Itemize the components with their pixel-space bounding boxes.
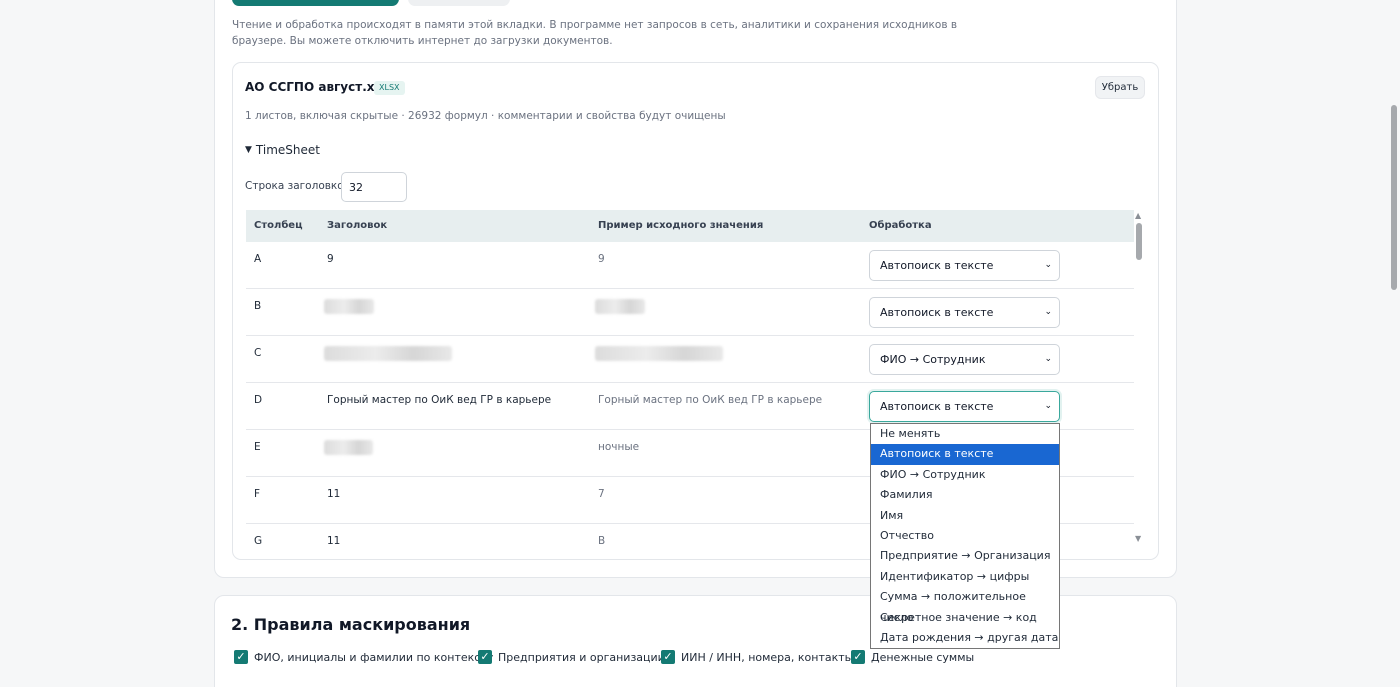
redacted-header (324, 299, 374, 314)
processing-select[interactable]: Автопоиск в тексте ⌄ (869, 297, 1060, 328)
redacted-sample (595, 299, 645, 314)
sample-value: 9 (598, 253, 605, 265)
column-letter: G (254, 535, 263, 547)
option-first-name[interactable]: Имя (871, 506, 1059, 526)
checkmark-icon: ✓ (478, 650, 492, 664)
option-birthdate[interactable]: Дата рождения → другая дата (871, 628, 1059, 648)
sheet-name: TimeSheet (255, 143, 320, 157)
option-no-change[interactable]: Не менять (871, 424, 1059, 444)
privacy-notice: Чтение и обработка происходят в памяти э… (232, 19, 958, 47)
checkbox-amounts[interactable]: ✓ Денежные суммы (851, 650, 974, 664)
column-letter: A (254, 253, 262, 265)
chevron-down-icon: ⌄ (1044, 307, 1052, 317)
scroll-up-arrow-icon[interactable]: ▲ (1135, 211, 1141, 220)
column-header: 11 (327, 535, 341, 547)
column-header: 11 (327, 488, 341, 500)
option-enterprise[interactable]: Предприятие → Организация (871, 546, 1059, 566)
processing-select-value: Автопоиск в тексте (880, 400, 994, 413)
column-header: 9 (327, 253, 334, 265)
checkmark-icon: ✓ (234, 650, 248, 664)
select-files-button[interactable] (232, 0, 399, 6)
checkmark-icon: ✓ (851, 650, 865, 664)
sample-value: ночные (598, 441, 640, 453)
file-name: АО ССГПО август.xlsx (245, 80, 394, 94)
option-secret[interactable]: Секретное значение → код (871, 608, 1059, 628)
file-type-badge: XLSX (374, 81, 405, 95)
header-row-label: Строка заголовков (245, 180, 350, 192)
redacted-header (324, 346, 452, 361)
processing-select[interactable]: Автопоиск в тексте ⌄ (869, 250, 1060, 281)
checkmark-icon: ✓ (661, 650, 675, 664)
option-amount[interactable]: Сумма → положительное число (871, 587, 1059, 623)
file-meta: 1 листов, включая скрытые · 26932 формул… (245, 110, 726, 122)
chevron-down-icon: ⌄ (1044, 401, 1052, 411)
checkbox-label: Предприятия и организации (498, 650, 665, 664)
table-header: Столбец Заголовок Пример исходного значе… (246, 210, 1134, 242)
processing-select-value: Автопоиск в тексте (880, 259, 994, 272)
checkbox-label: ФИО, инициалы и фамилии по контексту (254, 650, 494, 664)
checkbox-label: ИИН / ИНН, номера, контакты (681, 650, 854, 664)
checkbox-fio[interactable]: ✓ ФИО, инициалы и фамилии по контексту (234, 650, 493, 664)
sample-value: 7 (598, 488, 605, 500)
sample-value: Горный мастер по ОиК вед ГР в карьере (598, 394, 823, 406)
remove-file-button[interactable]: Убрать (1095, 76, 1145, 99)
option-surname[interactable]: Фамилия (871, 485, 1059, 505)
table-row: C ФИО → Сотрудник ⌄ (246, 336, 1134, 383)
rules-section-title: 2. Правила маскирования (231, 615, 471, 634)
option-autodetect[interactable]: Автопоиск в тексте (871, 444, 1059, 465)
scrollbar-thumb[interactable] (1136, 223, 1142, 260)
option-fio-employee[interactable]: ФИО → Сотрудник (871, 465, 1059, 485)
column-letter: B (254, 300, 262, 312)
checkbox-ids[interactable]: ✓ ИИН / ИНН, номера, контакты (661, 650, 853, 664)
column-letter: D (254, 394, 263, 406)
column-header: Горный мастер по ОиК вед ГР в карьере (327, 394, 552, 406)
redacted-sample (595, 346, 723, 361)
option-identifier[interactable]: Идентификатор → цифры (871, 567, 1059, 587)
checkbox-enterprises[interactable]: ✓ Предприятия и организации (478, 650, 665, 664)
page-scrollbar-thumb[interactable] (1391, 105, 1397, 290)
processing-select[interactable]: Автопоиск в тексте ⌄ (869, 391, 1060, 422)
option-patronymic[interactable]: Отчество (871, 526, 1059, 546)
col-header-processing: Обработка (869, 220, 932, 231)
chevron-down-icon: ⌄ (1044, 260, 1052, 270)
sheet-toggle[interactable]: ▼ TimeSheet (245, 143, 320, 157)
redacted-header (324, 440, 373, 455)
chevron-down-icon: ⌄ (1044, 354, 1052, 364)
processing-dropdown-list: Не менять Автопоиск в тексте ФИО → Сотру… (870, 423, 1060, 649)
processing-select-value: Автопоиск в тексте (880, 306, 994, 319)
processing-select[interactable]: ФИО → Сотрудник ⌄ (869, 344, 1060, 375)
col-header-title: Заголовок (327, 220, 388, 231)
column-letter: F (254, 488, 261, 500)
checkbox-label: Денежные суммы (871, 650, 975, 664)
scroll-down-arrow-icon[interactable]: ▼ (1135, 534, 1141, 543)
secondary-button[interactable] (408, 0, 510, 6)
header-row-input[interactable] (341, 172, 407, 202)
table-row: B Автопоиск в тексте ⌄ (246, 289, 1134, 336)
column-letter: E (254, 441, 261, 453)
sample-value: В (598, 535, 606, 547)
expand-triangle-icon: ▼ (245, 145, 252, 155)
col-header-sample: Пример исходного значения (598, 220, 764, 231)
column-letter: C (254, 347, 262, 359)
table-row: A 9 9 Автопоиск в тексте ⌄ (246, 242, 1134, 289)
processing-select-value: ФИО → Сотрудник (880, 353, 986, 366)
col-header-column: Столбец (254, 220, 303, 231)
table-scrollbar[interactable]: ▲ ▼ (1134, 210, 1144, 550)
